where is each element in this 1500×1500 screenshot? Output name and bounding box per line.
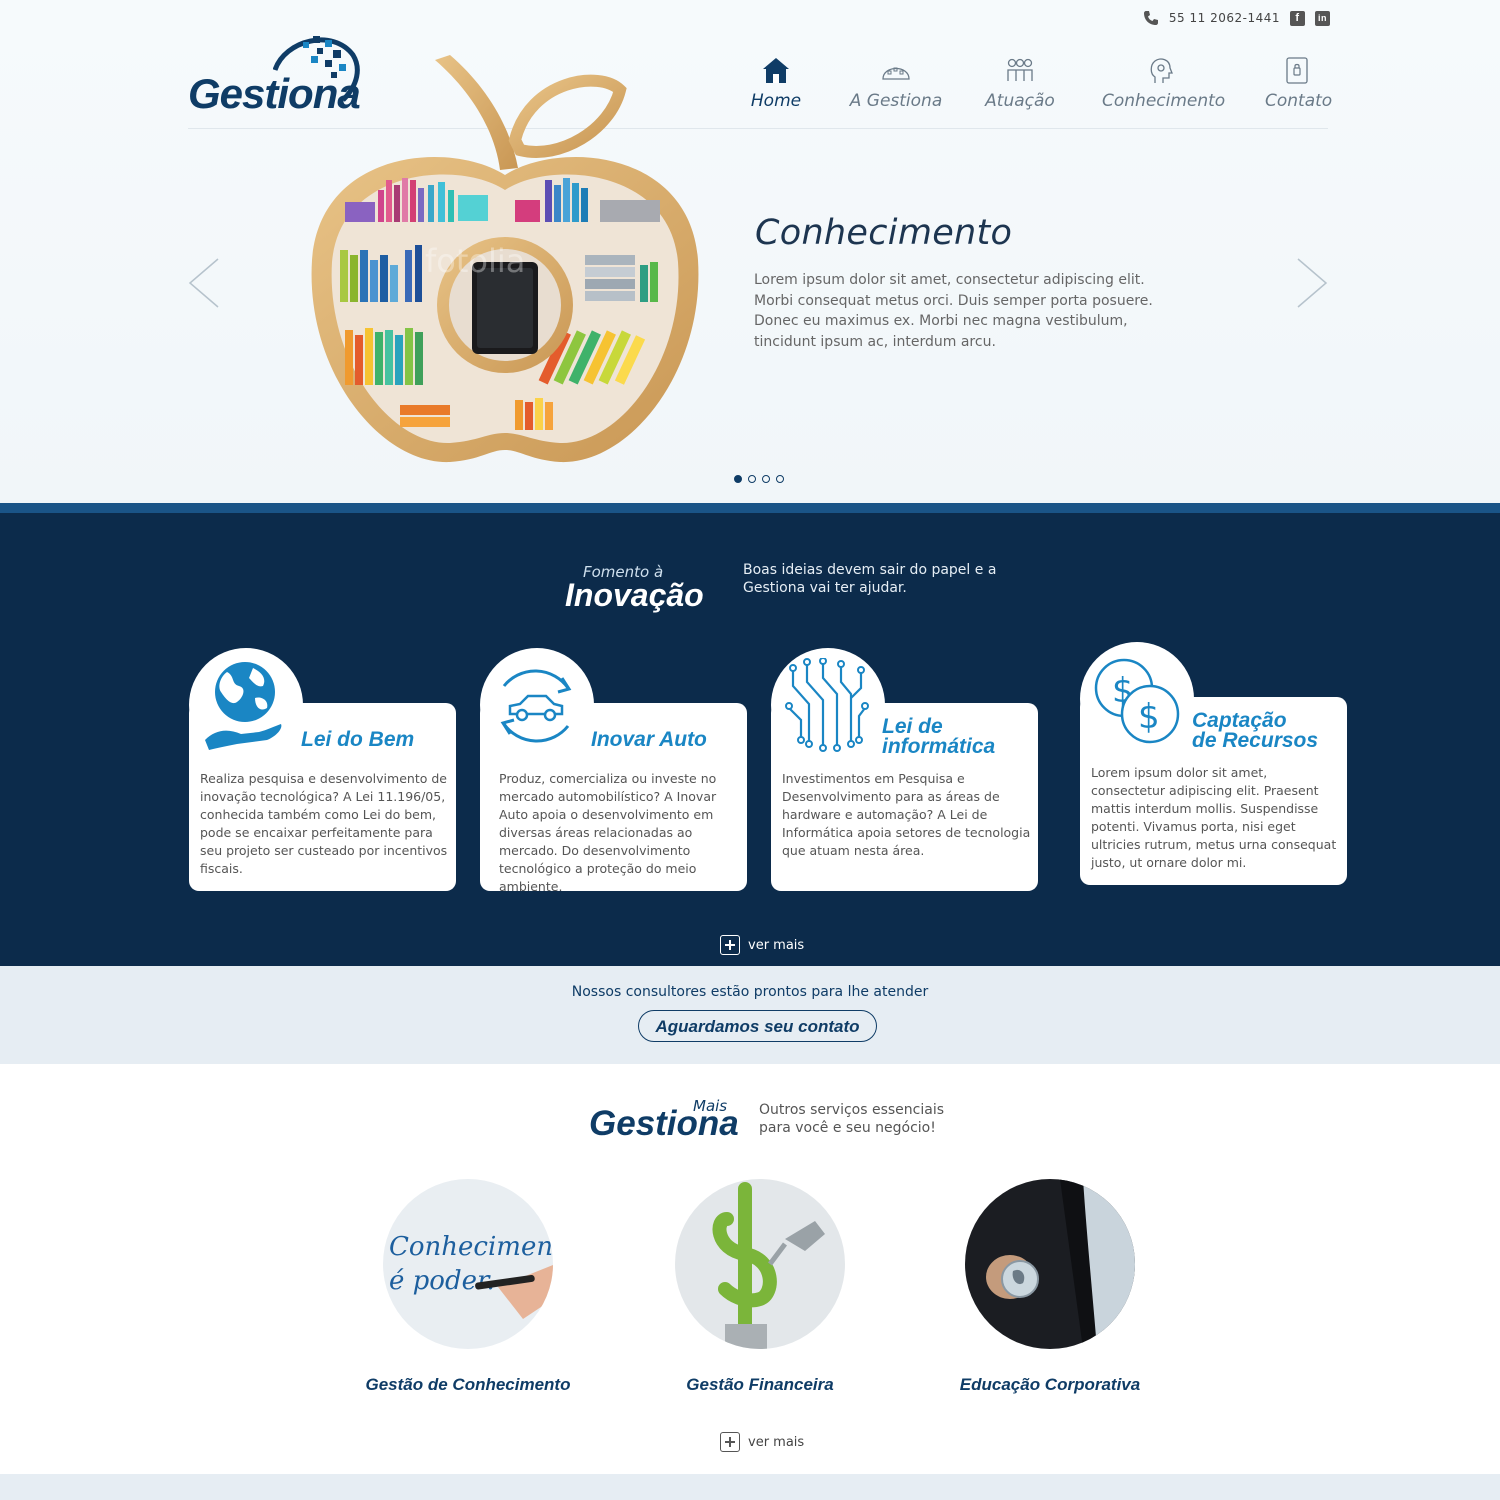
service-gestao-financeira[interactable]: Gestão Financeira — [650, 1179, 870, 1395]
innovation-tagline: Boas ideias devem sair do papel e a Gest… — [743, 562, 997, 596]
globe-hand-icon — [205, 662, 282, 750]
card-title-line2: de Recursos — [1192, 729, 1319, 752]
more-services-heading-big: Gestiona — [589, 1104, 739, 1143]
slide-text: Lorem ipsum dolor sit amet, consectetur … — [754, 272, 1153, 350]
nav-a-gestiona[interactable]: A Gestiona — [848, 55, 944, 111]
nav-home-label: Home — [750, 91, 802, 111]
service-label: Educação Corporativa — [959, 1375, 1141, 1394]
card-inovar-auto[interactable]: Inovar Auto Produz, comercializa ou inve… — [480, 648, 747, 894]
linkedin-icon[interactable]: in — [1315, 10, 1330, 26]
phone-book-icon — [1286, 57, 1308, 84]
nav-atuacao-label: Atuação — [985, 91, 1055, 111]
nav-atuacao[interactable]: Atuação — [985, 55, 1055, 111]
service-image-money-plant — [675, 1179, 845, 1349]
card-title: Inovar Auto — [591, 728, 707, 751]
ver-mais-label: ver mais — [748, 937, 805, 953]
services-ver-mais-button[interactable]: ver mais — [720, 1432, 804, 1452]
service-label: Gestão Financeira — [686, 1375, 834, 1394]
nav-home[interactable]: Home — [750, 55, 802, 111]
image-text-line1: Conhecimento — [389, 1232, 553, 1262]
car-cycle-icon — [500, 669, 572, 743]
ver-mais-label: ver mais — [748, 1434, 805, 1450]
nav-conhecimento-label: Conhecimento — [1102, 91, 1226, 111]
slider-dot-4[interactable] — [776, 475, 784, 483]
nav-conhecimento[interactable]: Conhecimento — [1102, 55, 1225, 111]
slider-dot-2[interactable] — [748, 475, 756, 483]
slider-pagination — [734, 475, 784, 483]
facebook-icon[interactable]: f — [1290, 10, 1305, 26]
card-title-line1: Captação — [1192, 709, 1287, 732]
contact-band-text: Nossos consultores estão prontos para lh… — [571, 984, 929, 1000]
plus-icon — [720, 935, 740, 955]
innovation-heading-big: Inovação — [565, 577, 704, 613]
nav-a-gestiona-label: A Gestiona — [849, 91, 943, 111]
slider-prev-button[interactable] — [186, 255, 220, 311]
card-text: Realiza pesquisa e desenvolvimento de in… — [200, 771, 448, 876]
service-image-globe-hand — [965, 1179, 1135, 1349]
innovation-section: Fomento à Inovação Boas ideias devem sai… — [0, 503, 1500, 966]
contact-button[interactable]: Aguardamos seu contato — [638, 1010, 877, 1042]
hero-section: 55 11 2062-1441 f in Gestiona Home A Ges… — [0, 0, 1500, 503]
apple-bookshelf-image: fotolia — [311, 55, 699, 463]
plus-icon — [720, 1432, 740, 1452]
more-services-tagline: Outros serviços essenciais para você e s… — [759, 1102, 945, 1136]
nav-contato[interactable]: Contato — [1265, 55, 1333, 111]
more-services-section: Mais Gestiona Outros serviços essenciais… — [0, 1064, 1500, 1474]
service-label: Gestão de Conhecimento — [365, 1375, 571, 1394]
slider-dot-3[interactable] — [762, 475, 770, 483]
service-educacao-corporativa[interactable]: Educação Corporativa — [940, 1179, 1160, 1395]
card-captacao-de-recursos[interactable]: $ $ Captação de Recursos Lorem ipsum dol… — [1080, 642, 1347, 885]
phone-icon — [1143, 11, 1158, 25]
card-title-line1: Lei de — [882, 715, 943, 738]
topbar: 55 11 2062-1441 f in — [1143, 10, 1330, 26]
card-lei-de-informatica[interactable]: Lei de informática Investimentos em Pesq… — [771, 648, 1038, 891]
home-icon — [763, 58, 789, 83]
head-icon — [1150, 58, 1173, 83]
slide-title: Conhecimento — [755, 213, 1013, 253]
phone-number[interactable]: 55 11 2062-1441 — [1169, 11, 1280, 25]
service-image-knowledge: Conhecimento é poder. — [383, 1179, 553, 1349]
contact-band: Nossos consultores estão prontos para lh… — [0, 966, 1500, 1064]
slider-next-button[interactable] — [1296, 255, 1330, 311]
card-text: Lorem ipsum dolor sit amet, consectetur … — [1091, 765, 1337, 870]
innovation-ver-mais-button[interactable]: ver mais — [720, 935, 804, 955]
image-text-line2: é poder. — [389, 1266, 495, 1296]
card-title-line2: informática — [882, 735, 996, 758]
card-title: Lei do Bem — [301, 728, 415, 751]
main-nav: Home A Gestiona Atuação Conhecimento Con… — [730, 55, 1340, 115]
card-text: Investimentos em Pesquisa e Desenvolvime… — [782, 771, 1031, 858]
people-icon — [1007, 58, 1033, 81]
service-gestao-conhecimento[interactable]: Conhecimento é poder. Gestão de Conhecim… — [358, 1179, 578, 1395]
watermark-text: fotolia — [425, 242, 525, 280]
card-text: Produz, comercializa ou investe no merca… — [499, 771, 717, 894]
svg-text:$: $ — [1138, 697, 1160, 737]
nav-contato-label: Contato — [1265, 91, 1333, 111]
coins-icon: $ $ — [1094, 658, 1180, 744]
footer-strip — [0, 1474, 1500, 1500]
card-lei-do-bem[interactable]: Lei do Bem Realiza pesquisa e desenvolvi… — [189, 648, 456, 891]
building-icon — [882, 67, 910, 80]
circuit-icon — [785, 658, 869, 752]
slider-dot-1[interactable] — [734, 475, 742, 483]
